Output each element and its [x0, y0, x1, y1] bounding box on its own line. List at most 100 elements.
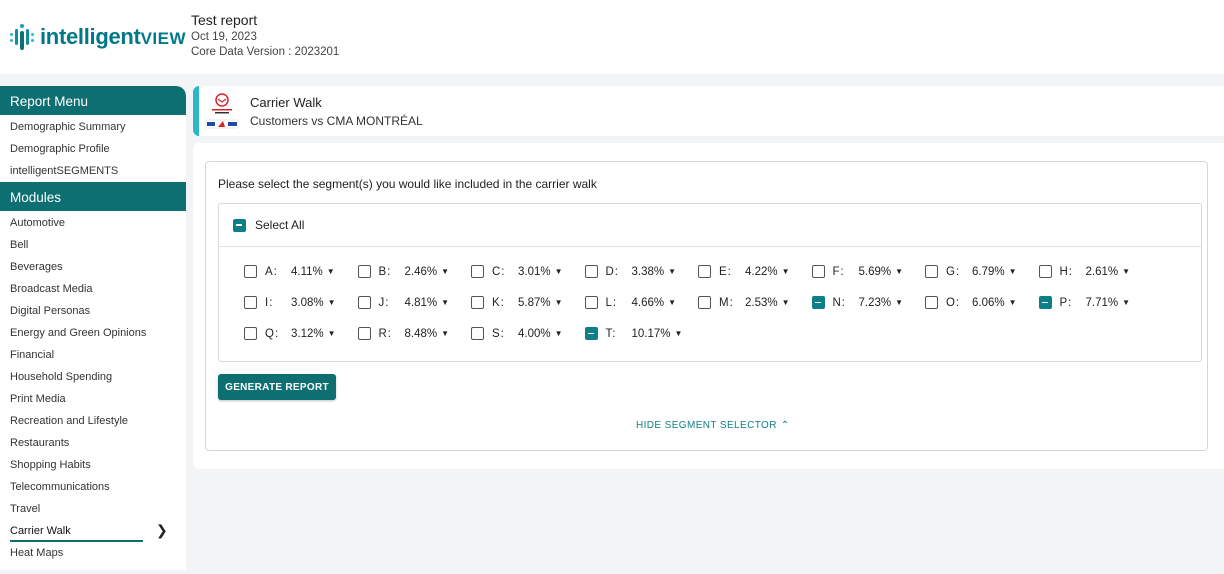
caret-down-icon[interactable]: ▼	[441, 267, 449, 276]
caret-down-icon[interactable]: ▼	[895, 267, 903, 276]
intelligentview-logo[interactable]: intelligentVIEW	[10, 24, 186, 50]
sidebar-item-digital-personas[interactable]: Digital Personas	[0, 299, 186, 321]
segment-percent: 4.81%	[404, 296, 438, 309]
segment-checkbox-j[interactable]: J: 4.81% ▼	[357, 296, 449, 309]
caret-down-icon[interactable]: ▼	[895, 298, 903, 307]
sidebar-item-heat-maps[interactable]: Heat Maps	[0, 541, 186, 563]
caret-down-icon[interactable]: ▼	[782, 298, 790, 307]
sidebar-item-financial[interactable]: Financial	[0, 343, 186, 365]
segment-letter: G:	[946, 265, 961, 278]
app-header: intelligentVIEW Test report Oct 19, 2023…	[0, 0, 1224, 74]
caret-down-icon[interactable]: ▼	[328, 298, 336, 307]
report-menu-header: Report Menu	[0, 86, 186, 115]
segment-percent: 4.66%	[631, 296, 665, 309]
selector-instructions: Please select the segment(s) you would l…	[218, 177, 597, 191]
checkbox-unchecked-icon	[471, 296, 484, 309]
caret-down-icon[interactable]: ▼	[327, 267, 335, 276]
segment-checkbox-p[interactable]: P: 7.71% ▼	[1038, 296, 1130, 309]
main-panel: Please select the segment(s) you would l…	[193, 143, 1224, 469]
sidebar-item-restaurants[interactable]: Restaurants	[0, 431, 186, 453]
segment-checkbox-r[interactable]: R: 8.48% ▼	[357, 327, 449, 340]
logo-wordmark: intelligentVIEW	[40, 24, 187, 49]
sidebar-item-label: Carrier Walk	[10, 525, 71, 537]
caret-down-icon[interactable]: ▼	[441, 298, 449, 307]
checkbox-unchecked-icon	[244, 265, 257, 278]
segment-percent: 8.48%	[404, 327, 438, 340]
segment-checkbox-f[interactable]: F: 5.69% ▼	[811, 265, 903, 278]
segment-percent: 4.22%	[745, 265, 778, 278]
sidebar-item-broadcast-media[interactable]: Broadcast Media	[0, 277, 186, 299]
segment-checkbox-d[interactable]: D: 3.38% ▼	[584, 265, 676, 278]
checkbox-checked-icon	[1038, 296, 1052, 309]
sidebar-item-recreation-lifestyle[interactable]: Recreation and Lifestyle	[0, 409, 186, 431]
caret-down-icon[interactable]: ▼	[1009, 267, 1017, 276]
segment-checkbox-i[interactable]: I: 3.08% ▼	[244, 296, 336, 309]
sidebar-item-bell[interactable]: Bell	[0, 233, 186, 255]
segment-checkbox-k[interactable]: K: 5.87% ▼	[471, 296, 563, 309]
segment-checkbox-q[interactable]: Q: 3.12% ▼	[244, 327, 336, 340]
caret-down-icon[interactable]: ▼	[1009, 298, 1017, 307]
segment-letter: M:	[719, 296, 734, 309]
checkbox-unchecked-icon	[811, 265, 825, 278]
caret-down-icon[interactable]: ▼	[668, 298, 676, 307]
generate-report-button[interactable]: GENERATE REPORT	[218, 374, 336, 400]
segment-letter: H:	[1059, 265, 1073, 278]
segment-letter: I:	[265, 296, 274, 309]
checkbox-unchecked-icon	[357, 265, 371, 278]
caret-down-icon[interactable]: ▼	[668, 267, 676, 276]
sidebar-item-household-spending[interactable]: Household Spending	[0, 365, 186, 387]
report-date: Oct 19, 2023	[191, 31, 257, 43]
sidebar-item-carrier-walk[interactable]: Carrier Walk ❯	[0, 519, 186, 542]
segment-percent: 6.06%	[972, 296, 1005, 309]
segment-letter: J:	[378, 296, 390, 309]
caret-down-icon[interactable]: ▼	[1122, 267, 1130, 276]
chevron-right-icon: ❯	[156, 522, 168, 538]
segment-letter: D:	[605, 265, 619, 278]
segment-checkbox-h[interactable]: H: 2.61% ▼	[1038, 265, 1130, 278]
caret-down-icon[interactable]: ▼	[555, 329, 563, 338]
sidebar-item-demographic-summary[interactable]: Demographic Summary	[0, 115, 186, 137]
caret-down-icon[interactable]: ▼	[555, 298, 563, 307]
segment-checkbox-l[interactable]: L: 4.66% ▼	[584, 296, 676, 309]
segment-checkbox-t[interactable]: T: 10.17% ▼	[584, 327, 683, 340]
page-subtitle: Customers vs CMA MONTRÉAL	[250, 114, 423, 128]
caret-down-icon[interactable]: ▼	[441, 329, 449, 338]
segment-checkbox-b[interactable]: B: 2.46% ▼	[357, 265, 449, 278]
sidebar-item-intelligentsegments[interactable]: intelligentSEGMENTS	[0, 159, 186, 181]
segment-checkbox-a[interactable]: A: 4.11% ▼	[244, 265, 335, 278]
segment-percent: 6.79%	[972, 265, 1005, 278]
segment-checkbox-o[interactable]: O: 6.06% ▼	[925, 296, 1017, 309]
sidebar-item-telecommunications[interactable]: Telecommunications	[0, 475, 186, 497]
segment-checkbox-m[interactable]: M: 2.53% ▼	[698, 296, 790, 309]
checkbox-unchecked-icon	[471, 327, 484, 340]
sidebar-item-travel[interactable]: Travel	[0, 497, 186, 519]
caret-down-icon[interactable]: ▼	[555, 267, 563, 276]
divider	[219, 246, 1201, 247]
caret-down-icon[interactable]: ▼	[1122, 298, 1130, 307]
segment-percent: 3.12%	[291, 327, 324, 340]
caret-down-icon[interactable]: ▼	[328, 329, 336, 338]
segment-checkbox-e[interactable]: E: 4.22% ▼	[698, 265, 790, 278]
segment-letter: F:	[832, 265, 845, 278]
segment-percent: 2.61%	[1085, 265, 1119, 278]
hide-segment-selector-link[interactable]: HIDE SEGMENT SELECTOR ⌃	[636, 420, 790, 431]
select-all-checkbox[interactable]: Select All	[233, 218, 304, 232]
page-title: Carrier Walk	[250, 95, 322, 110]
checkbox-unchecked-icon	[584, 265, 598, 278]
segment-checkbox-c[interactable]: C: 3.01% ▼	[471, 265, 563, 278]
page-titlebar: Carrier Walk Customers vs CMA MONTRÉAL	[193, 86, 1224, 136]
sidebar-item-energy-green-opinions[interactable]: Energy and Green Opinions	[0, 321, 186, 343]
checkbox-unchecked-icon	[925, 296, 938, 309]
sidebar-item-shopping-habits[interactable]: Shopping Habits	[0, 453, 186, 475]
caret-down-icon[interactable]: ▼	[782, 267, 790, 276]
segment-checkbox-g[interactable]: G: 6.79% ▼	[925, 265, 1017, 278]
segment-checkbox-n[interactable]: N: 7.23% ▼	[811, 296, 903, 309]
sidebar-item-print-media[interactable]: Print Media	[0, 387, 186, 409]
canada-post-partner-logo-icon	[205, 93, 239, 129]
checkbox-unchecked-icon	[1038, 265, 1052, 278]
sidebar-item-demographic-profile[interactable]: Demographic Profile	[0, 137, 186, 159]
segment-checkbox-s[interactable]: S: 4.00% ▼	[471, 327, 563, 340]
sidebar-item-beverages[interactable]: Beverages	[0, 255, 186, 277]
caret-down-icon[interactable]: ▼	[675, 329, 683, 338]
sidebar-item-automotive[interactable]: Automotive	[0, 211, 186, 233]
